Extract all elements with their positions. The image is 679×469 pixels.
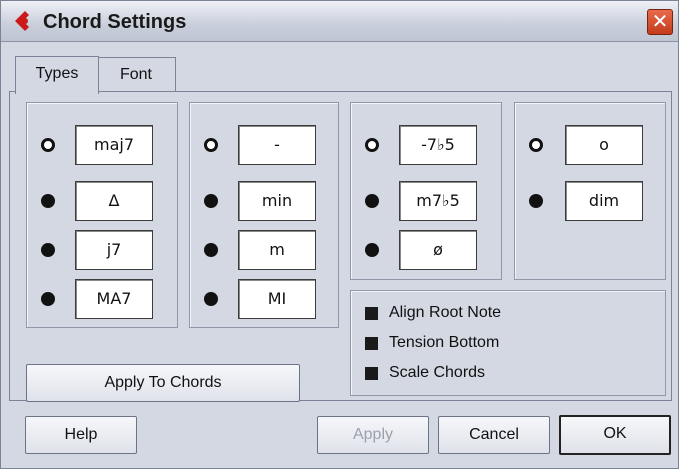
chord-symbol-dim[interactable]: dim xyxy=(565,181,643,221)
chord-symbol-m7b5[interactable]: m7♭5 xyxy=(399,181,477,221)
minor-radio-4[interactable] xyxy=(204,292,218,306)
ok-button[interactable]: OK xyxy=(559,415,671,455)
title-bar[interactable]: Chord Settings ✕ xyxy=(1,1,678,42)
minor-radio-1[interactable] xyxy=(204,138,218,152)
close-button[interactable]: ✕ xyxy=(647,9,673,35)
apply-button[interactable]: Apply xyxy=(317,416,429,454)
chord-symbol-mi[interactable]: MI xyxy=(238,279,316,319)
half-diminished-symbol-group: -7♭5 m7♭5 ø xyxy=(350,102,502,280)
close-icon: ✕ xyxy=(651,9,669,33)
half-dim-radio-3[interactable] xyxy=(365,243,379,257)
tension-bottom-label: Tension Bottom xyxy=(389,334,500,351)
tab-font[interactable]: Font xyxy=(97,57,176,92)
dim-radio-1[interactable] xyxy=(529,138,543,152)
chord-symbol-delta[interactable]: Δ xyxy=(75,181,153,221)
major7-radio-2[interactable] xyxy=(41,194,55,208)
align-root-note-checkbox[interactable] xyxy=(365,307,378,320)
half-dim-radio-2[interactable] xyxy=(365,194,379,208)
cancel-button[interactable]: Cancel xyxy=(438,416,550,454)
types-tab-panel: maj7 Δ j7 MA7 - min m MI -7♭5 m7♭5 ø o d… xyxy=(9,91,672,402)
help-button[interactable]: Help xyxy=(25,416,137,454)
major7-radio-4[interactable] xyxy=(41,292,55,306)
minor-symbol-group: - min m MI xyxy=(189,102,339,328)
minor-radio-2[interactable] xyxy=(204,194,218,208)
scale-chords-checkbox[interactable] xyxy=(365,367,378,380)
minor-radio-3[interactable] xyxy=(204,243,218,257)
align-root-note-label: Align Root Note xyxy=(389,304,502,321)
chord-settings-window: Chord Settings ✕ Types Font maj7 Δ j7 MA… xyxy=(0,0,679,469)
chord-symbol-dash[interactable]: - xyxy=(238,125,316,165)
dim-radio-2[interactable] xyxy=(529,194,543,208)
chord-symbol-m[interactable]: m xyxy=(238,230,316,270)
chord-symbol-o[interactable]: o xyxy=(565,125,643,165)
tab-types[interactable]: Types xyxy=(15,56,99,94)
display-options-group: Align Root Note Tension Bottom Scale Cho… xyxy=(350,290,666,396)
cubase-app-icon xyxy=(15,11,29,31)
diminished-symbol-group: o dim xyxy=(514,102,666,280)
chord-symbol-minus7b5[interactable]: -7♭5 xyxy=(399,125,477,165)
major7-radio-1[interactable] xyxy=(41,138,55,152)
chord-symbol-ma7[interactable]: MA7 xyxy=(75,279,153,319)
apply-to-chords-button[interactable]: Apply To Chords xyxy=(26,364,300,402)
chord-symbol-j7[interactable]: j7 xyxy=(75,230,153,270)
half-dim-radio-1[interactable] xyxy=(365,138,379,152)
tension-bottom-checkbox[interactable] xyxy=(365,337,378,350)
major7-radio-3[interactable] xyxy=(41,243,55,257)
window-title: Chord Settings xyxy=(43,11,187,33)
major7-symbol-group: maj7 Δ j7 MA7 xyxy=(26,102,178,328)
chord-symbol-o-slash[interactable]: ø xyxy=(399,230,477,270)
chord-symbol-maj7[interactable]: maj7 xyxy=(75,125,153,165)
scale-chords-label: Scale Chords xyxy=(389,364,486,381)
chord-symbol-min[interactable]: min xyxy=(238,181,316,221)
